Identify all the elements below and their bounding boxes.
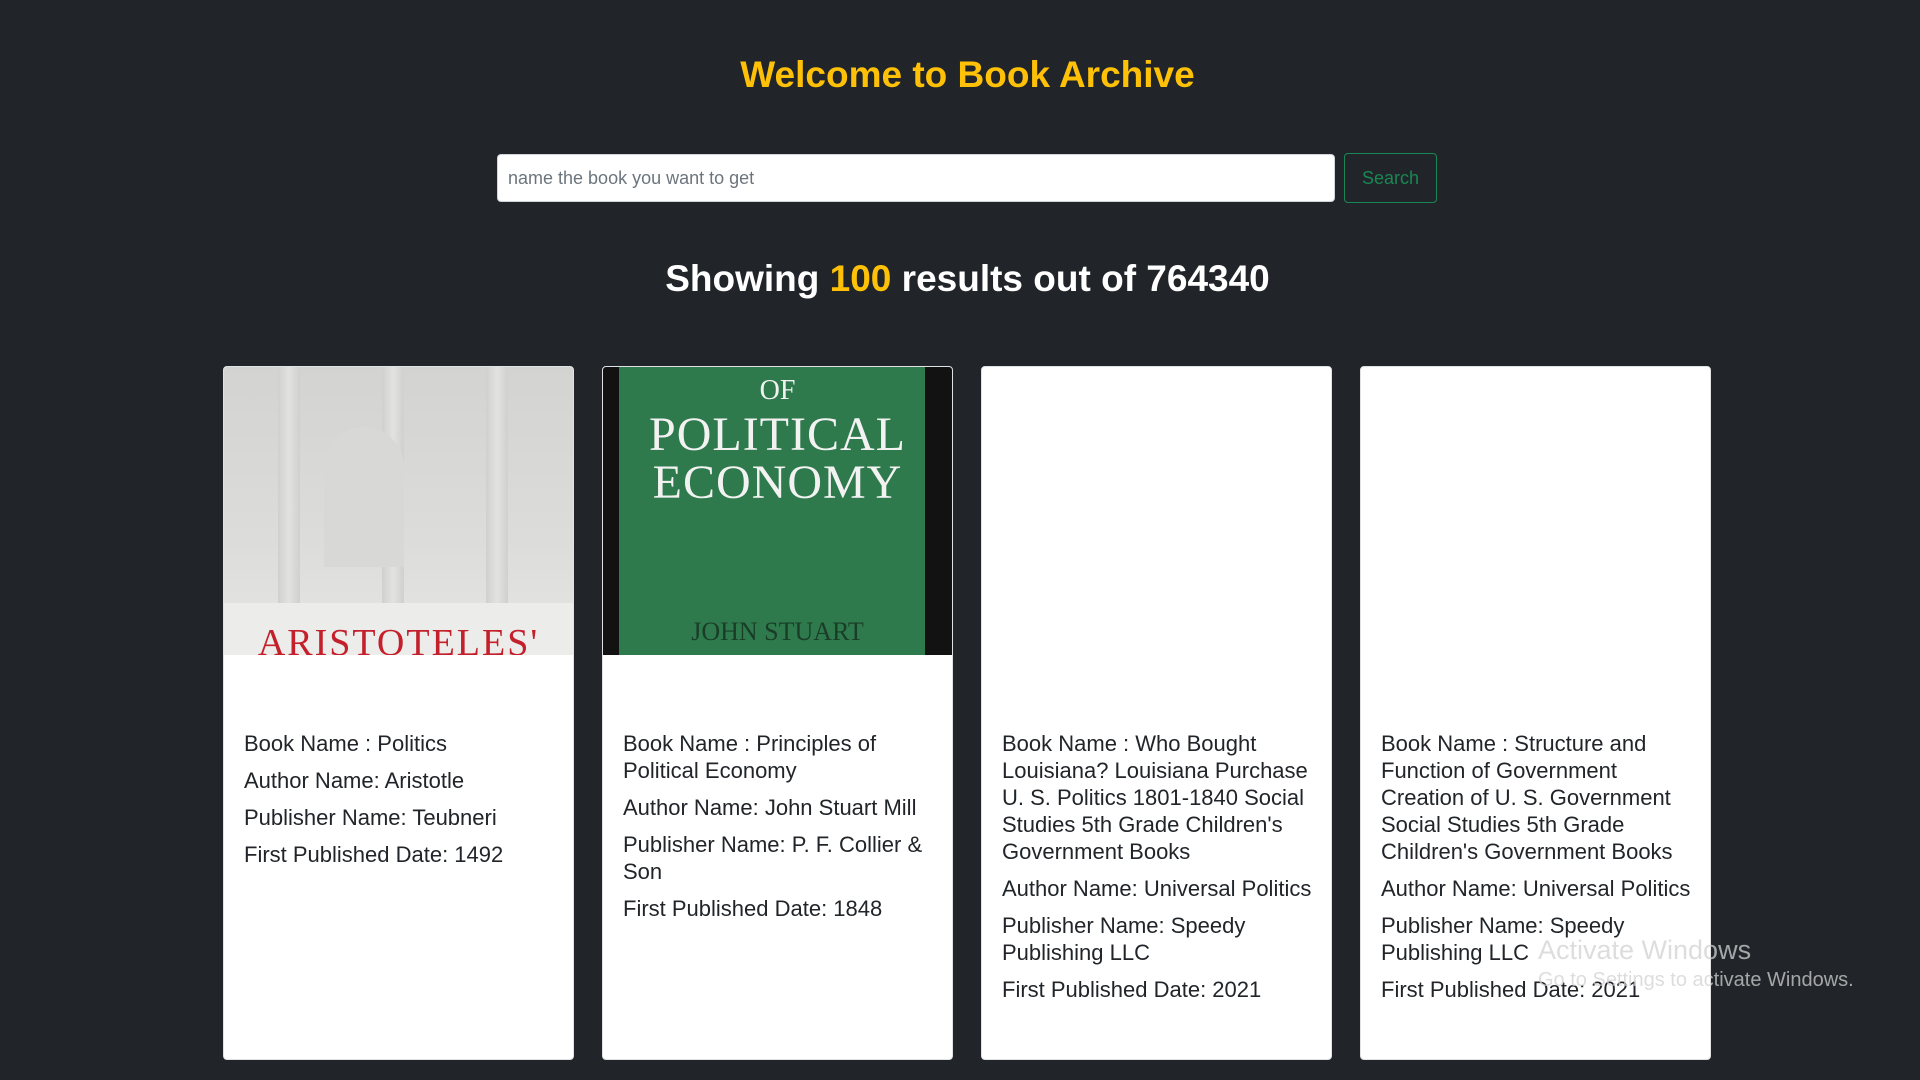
book-name: Book Name : Structure and Function of Go… [1381, 731, 1673, 864]
book-author: Author Name: Universal Politics [1381, 876, 1691, 901]
book-card[interactable]: Book Name : Structure and Function of Go… [1360, 366, 1711, 1060]
book-name: Book Name : Politics [244, 731, 447, 756]
cover-arch [324, 427, 404, 567]
cover-of-text: OF [759, 375, 796, 406]
book-cover-image [982, 367, 1331, 655]
search-button[interactable]: Search [1344, 153, 1437, 203]
book-name: Book Name : Who Bought Louisiana? Louisi… [1002, 731, 1308, 864]
results-prefix: Showing [665, 258, 820, 299]
book-first-published: First Published Date: 1848 [623, 896, 883, 921]
cover-title-text: ARISTOTELES' [257, 622, 540, 655]
book-first-published: First Published Date: 2021 [1002, 977, 1262, 1002]
cover-author-text: JOHN STUART [691, 617, 864, 646]
results-count: 100 [829, 258, 892, 299]
book-archive-page: Welcome to Book Archive Search Showing 1… [0, 0, 1920, 1080]
book-publisher: Publisher Name: Teubneri [244, 805, 497, 830]
book-first-published: First Published Date: 2021 [1381, 977, 1641, 1002]
book-cover-image: OF POLITICAL ECONOMY JOHN STUART [603, 367, 952, 655]
book-details: Book Name : Principles of Political Econ… [623, 730, 940, 932]
cover-column [486, 367, 508, 617]
book-card[interactable]: Book Name : Who Bought Louisiana? Louisi… [981, 366, 1332, 1060]
book-details: Book Name : Who Bought Louisiana? Louisi… [1002, 730, 1319, 1013]
book-cover-image [1361, 367, 1710, 655]
book-first-published: First Published Date: 1492 [244, 842, 504, 867]
book-author: Author Name: John Stuart Mill [623, 795, 917, 820]
book-card-list: ARISTOTELES' Book Name : Politics Author… [223, 366, 1711, 1060]
page-title: Welcome to Book Archive [740, 54, 1195, 95]
results-summary: Showing 100 results out of 764340 [0, 258, 1920, 300]
book-publisher: Publisher Name: P. F. Collier & Son [623, 832, 923, 884]
cover-title-line-1: POLITICAL [649, 408, 906, 461]
book-author: Author Name: Aristotle [244, 768, 465, 793]
book-details: Book Name : Politics Author Name: Aristo… [244, 730, 561, 878]
book-cover-image: ARISTOTELES' [224, 367, 573, 655]
cover-column [278, 367, 300, 617]
search-bar: Search [497, 153, 1437, 203]
book-publisher: Publisher Name: Speedy Publishing LLC [1002, 913, 1246, 965]
book-details: Book Name : Structure and Function of Go… [1381, 730, 1698, 1013]
book-card[interactable]: OF POLITICAL ECONOMY JOHN STUART Book Na… [602, 366, 953, 1060]
book-publisher: Publisher Name: Speedy Publishing LLC [1381, 913, 1625, 965]
search-input[interactable] [497, 154, 1335, 202]
book-card[interactable]: ARISTOTELES' Book Name : Politics Author… [223, 366, 574, 1060]
results-suffix: results out of 764340 [901, 258, 1270, 299]
book-name: Book Name : Principles of Political Econ… [623, 731, 877, 783]
cover-title-line-2: ECONOMY [652, 456, 903, 509]
book-author: Author Name: Universal Politics [1002, 876, 1312, 901]
